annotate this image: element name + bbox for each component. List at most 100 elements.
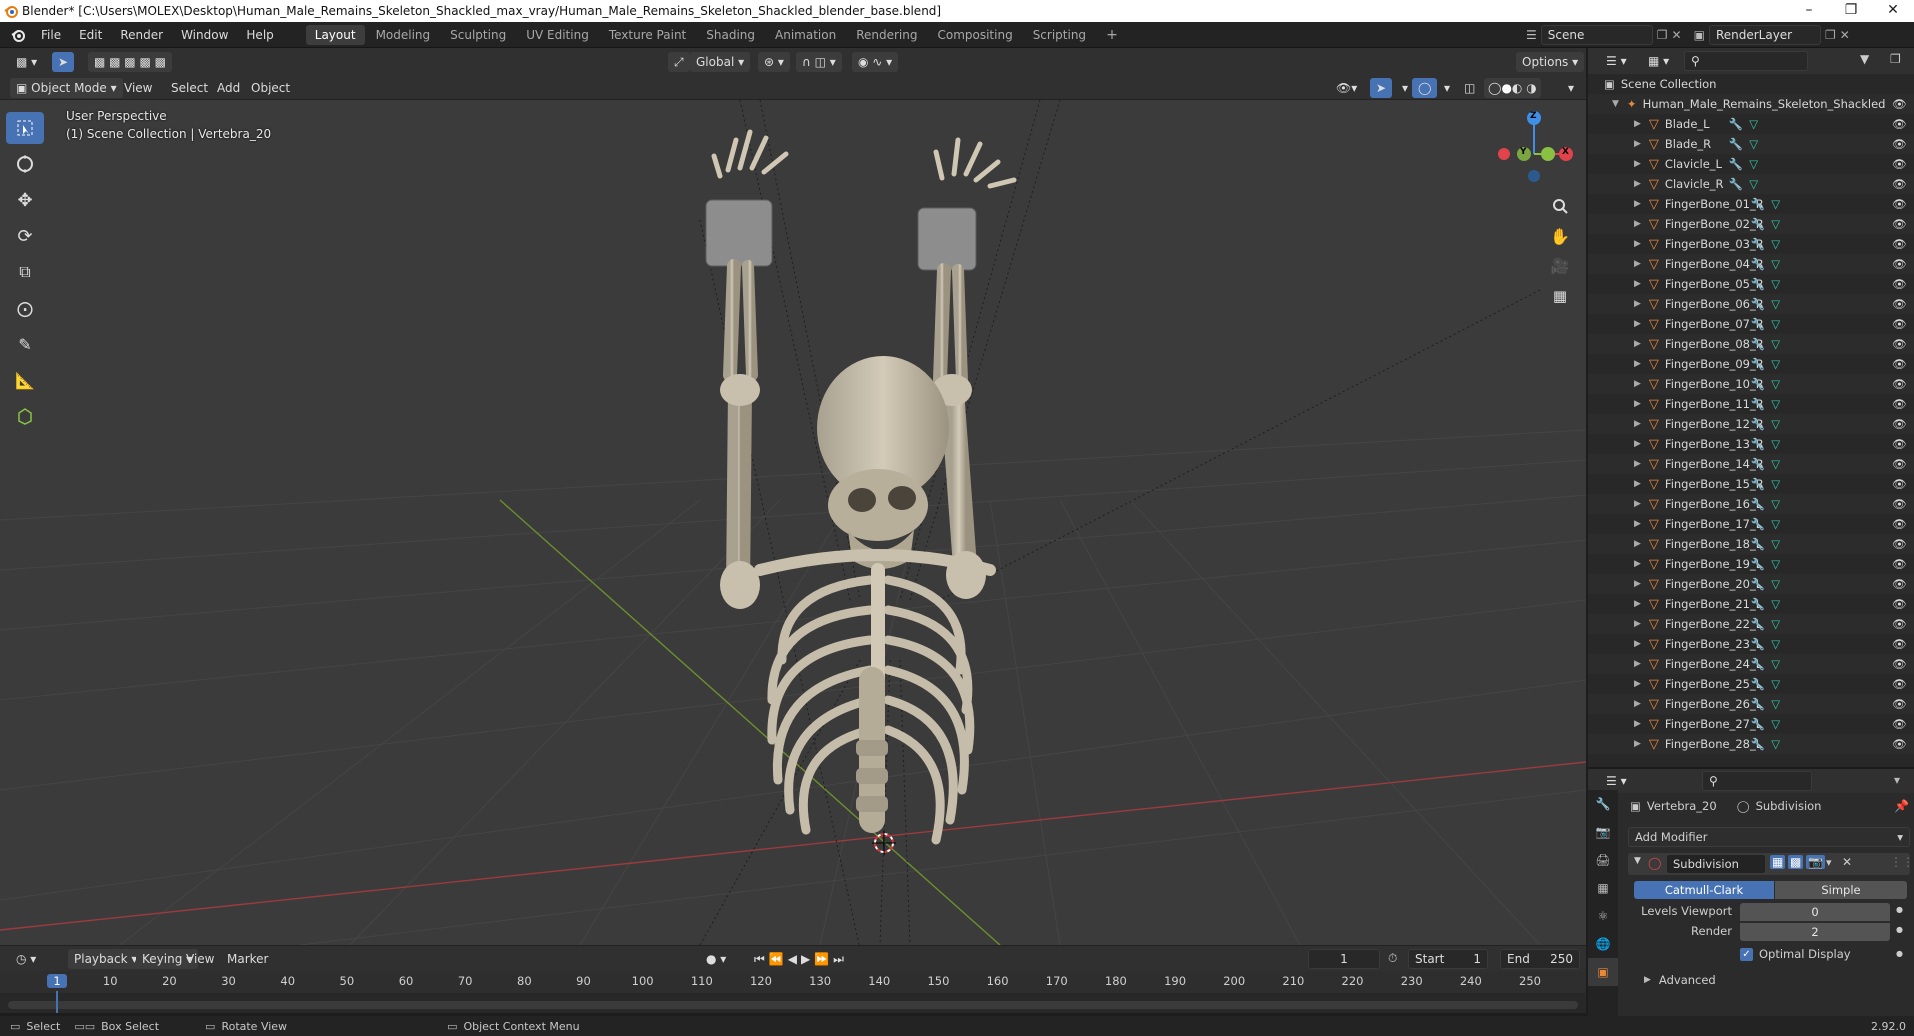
viewport-menu-select[interactable]: Select: [171, 76, 208, 100]
checkbox-checked-icon[interactable]: ✓: [1740, 947, 1753, 961]
editor-type-icon[interactable]: ▩ ▾: [10, 52, 43, 72]
visibility-eye-icon[interactable]: 👁: [1892, 157, 1907, 171]
visibility-eye-icon[interactable]: 👁: [1892, 497, 1907, 511]
modifier-viewport-icon[interactable]: ▩: [1788, 855, 1804, 869]
visibility-eye-icon[interactable]: 👁: [1892, 537, 1907, 551]
outliner-object-row[interactable]: ▶ ▽ FingerBone_23_L 🔧 ▽ 👁: [1588, 634, 1914, 654]
timeline-menu-marker[interactable]: Marker: [227, 946, 268, 972]
modifier-drag-handle-icon[interactable]: ⋮⋮: [1890, 855, 1914, 869]
tool-tab-icon[interactable]: 🔧: [1588, 790, 1618, 818]
outliner-object-row[interactable]: ▶ ▽ FingerBone_01_R 🔧 ▽ 👁: [1588, 194, 1914, 214]
expand-arrow-icon[interactable]: ▶: [1634, 659, 1641, 669]
outliner-object-row[interactable]: ▶ ▽ FingerBone_07_R 🔧 ▽ 👁: [1588, 314, 1914, 334]
3d-viewport[interactable]: User Perspective (1) Scene Collection | …: [0, 100, 1586, 945]
optimal-display-checkbox[interactable]: ✓ Optimal Display: [1740, 947, 1851, 961]
outliner-object-row[interactable]: ▶ ▽ FingerBone_21_L 🔧 ▽ 👁: [1588, 594, 1914, 614]
workspace-tab-shading[interactable]: Shading: [697, 25, 764, 45]
expand-arrow-icon[interactable]: ▶: [1634, 739, 1641, 749]
expand-arrow-icon[interactable]: ▶: [1634, 339, 1641, 349]
expand-arrow-icon[interactable]: ▶: [1634, 499, 1641, 509]
properties-editor-type-icon[interactable]: ☰ ▾: [1600, 771, 1633, 791]
expand-arrow-icon[interactable]: ▶: [1634, 699, 1641, 709]
outliner-object-row[interactable]: ▶ ▽ FingerBone_02_R 🔧 ▽ 👁: [1588, 214, 1914, 234]
expand-arrow-icon[interactable]: ▶: [1634, 559, 1641, 569]
pivot-point-icon[interactable]: ⊛ ▾: [758, 52, 790, 72]
expand-arrow-icon[interactable]: ▶: [1634, 259, 1641, 269]
blender-menu-icon[interactable]: [10, 27, 26, 43]
expand-arrow-icon[interactable]: ▶: [1634, 539, 1641, 549]
expand-arrow-icon[interactable]: ▶: [1634, 579, 1641, 589]
modifier-menu-icon[interactable]: ▾: [1826, 856, 1832, 869]
visibility-eye-icon[interactable]: 👁: [1892, 717, 1907, 731]
outliner-object-row[interactable]: ▶ ▽ FingerBone_11_R 🔧 ▽ 👁: [1588, 394, 1914, 414]
expand-arrow-icon[interactable]: ▶: [1634, 219, 1641, 229]
modifier-name-field[interactable]: Subdivision: [1666, 854, 1766, 874]
expand-arrow-icon[interactable]: ▶: [1634, 159, 1641, 169]
modifier-remove-icon[interactable]: ✕: [1842, 855, 1852, 869]
new-collection-icon[interactable]: ❐: [1890, 52, 1901, 66]
outliner-object-row[interactable]: ▶ ▽ FingerBone_22_L 🔧 ▽ 👁: [1588, 614, 1914, 634]
transform-tool-icon[interactable]: ⨀: [6, 292, 44, 324]
visibility-eye-icon[interactable]: 👁: [1892, 737, 1907, 751]
frame-ruler[interactable]: 1 10 20 30 40 50 60 70 80 90 100 110 120 130 140 150 160…: [0, 971, 1586, 993]
timeline-editor-type-icon[interactable]: ◷ ▾: [10, 949, 42, 969]
outliner-object-row[interactable]: ▶ ▽ FingerBone_05_R 🔧 ▽ 👁: [1588, 274, 1914, 294]
select-mode-icons[interactable]: ▩ ▩ ▩ ▩ ▩: [88, 52, 172, 72]
visibility-eye-icon[interactable]: 👁: [1892, 577, 1907, 591]
visibility-eye-icon[interactable]: 👁: [1892, 117, 1907, 131]
rotate-tool-icon[interactable]: ⟳: [6, 220, 44, 252]
shading-mode-icons[interactable]: ◯ ● ◐ ◑: [1484, 78, 1541, 98]
keyframe-dot-icon[interactable]: ●: [1896, 949, 1903, 958]
expand-arrow-icon[interactable]: ▶: [1634, 239, 1641, 249]
expand-arrow-icon[interactable]: ▶: [1634, 279, 1641, 289]
visibility-eye-icon[interactable]: 👁: [1892, 457, 1907, 471]
overlays-dropdown-icon[interactable]: ▾: [1438, 78, 1456, 98]
cursor-tool-icon[interactable]: [6, 148, 44, 180]
close-window-icon[interactable]: ✕: [1872, 0, 1914, 22]
annotate-tool-icon[interactable]: ✎: [6, 328, 44, 360]
outliner-object-row[interactable]: ▶ ▽ FingerBone_27_L 🔧 ▽ 👁: [1588, 714, 1914, 734]
viewport-menu-add[interactable]: Add: [217, 76, 240, 100]
expand-arrow-icon[interactable]: ▶: [1644, 975, 1651, 985]
outliner-object-row[interactable]: ▶ ▽ FingerBone_25_L 🔧 ▽ 👁: [1588, 674, 1914, 694]
workspace-tab-layout[interactable]: Layout: [305, 24, 365, 45]
menu-edit[interactable]: Edit: [70, 22, 111, 48]
camera-view-icon[interactable]: 🎥: [1546, 252, 1574, 280]
keyframe-dot-icon[interactable]: ●: [1896, 925, 1903, 934]
shading-dropdown-icon[interactable]: ▾: [1562, 78, 1580, 98]
outliner-editor-type-icon[interactable]: ☰ ▾: [1600, 51, 1633, 71]
menu-file[interactable]: File: [32, 22, 70, 48]
visibility-eye-icon[interactable]: 👁: [1892, 197, 1907, 211]
workspace-tab-texture-paint[interactable]: Texture Paint: [600, 25, 695, 45]
menu-help[interactable]: Help: [237, 22, 282, 48]
properties-search-input[interactable]: ⚲: [1702, 771, 1812, 791]
playhead-line[interactable]: [56, 991, 58, 1013]
advanced-subpanel-header[interactable]: ▶ Advanced: [1644, 973, 1716, 987]
visibility-eye-icon[interactable]: 👁: [1892, 297, 1907, 311]
workspace-tab-uv-editing[interactable]: UV Editing: [517, 25, 598, 45]
add-cube-tool-icon[interactable]: [6, 400, 44, 432]
visibility-icon[interactable]: 👁▾: [1330, 78, 1363, 98]
expand-arrow-icon[interactable]: ▶: [1634, 179, 1641, 189]
outliner-object-row[interactable]: ▶ ▽ FingerBone_24_L 🔧 ▽ 👁: [1588, 654, 1914, 674]
timeline-menu-view[interactable]: View: [186, 946, 214, 972]
current-frame-field[interactable]: 1: [1308, 949, 1380, 969]
expand-arrow-icon[interactable]: ▶: [1634, 519, 1641, 529]
visibility-eye-icon[interactable]: 👁: [1892, 697, 1907, 711]
outliner-object-row[interactable]: ▶ ▽ FingerBone_13_R 🔧 ▽ 👁: [1588, 434, 1914, 454]
timeline-menu-playback[interactable]: Playback ▾: [68, 949, 144, 969]
visibility-eye-icon[interactable]: 👁: [1892, 617, 1907, 631]
add-workspace-icon[interactable]: +: [1097, 25, 1127, 45]
outliner-object-row[interactable]: ▶ ▽ Blade_R 🔧 ▽ 👁: [1588, 134, 1914, 154]
outliner-object-row[interactable]: ▶ ▽ FingerBone_16_L 🔧 ▽ 👁: [1588, 494, 1914, 514]
visibility-eye-icon[interactable]: 👁: [1892, 337, 1907, 351]
levels-viewport-field[interactable]: 0: [1740, 903, 1890, 921]
expand-arrow-icon[interactable]: ▶: [1634, 419, 1641, 429]
catmull-clark-button[interactable]: Catmull-Clark: [1634, 881, 1774, 899]
outliner-object-row[interactable]: ▶ ▽ FingerBone_26_L 🔧 ▽ 👁: [1588, 694, 1914, 714]
expand-arrow-icon[interactable]: ▶: [1634, 459, 1641, 469]
outliner-object-row[interactable]: ▶ ▽ FingerBone_19_L 🔧 ▽ 👁: [1588, 554, 1914, 574]
visibility-eye-icon[interactable]: 👁: [1892, 277, 1907, 291]
snap-icon[interactable]: ∩ ◫ ▾: [796, 52, 842, 72]
workspace-tab-sculpting[interactable]: Sculpting: [441, 25, 515, 45]
